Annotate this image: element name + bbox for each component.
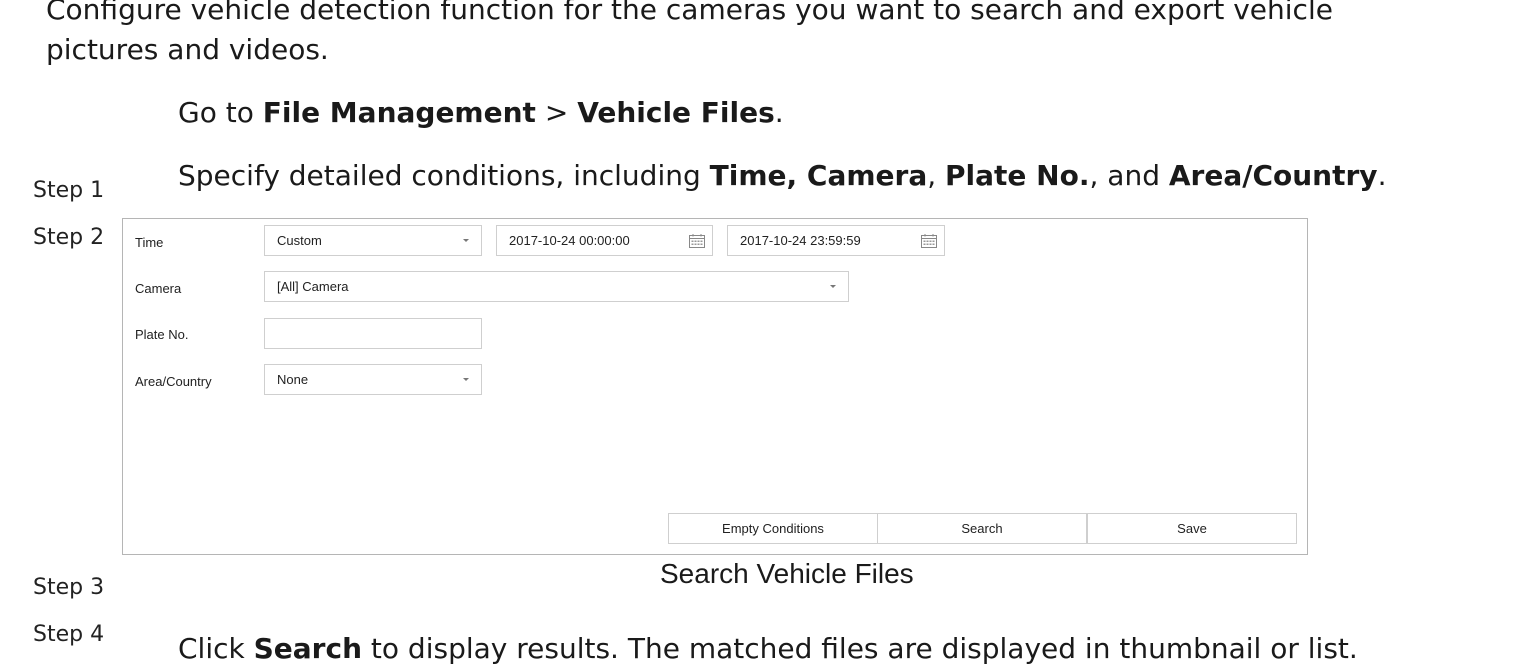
step-label-1: Step 1 [33,178,105,203]
vehicle-search-panel: Time Custom 2017-10-24 00:00:00 2017-10-… [122,218,1308,555]
save-button[interactable]: Save [1087,513,1297,544]
calendar-icon[interactable] [688,233,706,249]
camera-value: [All] Camera [277,279,349,294]
search-button[interactable]: Search [877,513,1087,544]
camera-label: Camera [135,281,182,296]
menu-vehicle-files: Vehicle Files [577,96,775,129]
area-label: Area/Country [135,374,212,389]
chevron-down-icon [463,378,469,381]
empty-conditions-button[interactable]: Empty Conditions [668,513,878,544]
end-time-value: 2017-10-24 23:59:59 [740,233,861,248]
area-select[interactable]: None [264,364,482,395]
step4-instruction: Click Search to display results. The mat… [178,632,1358,665]
start-time-input[interactable]: 2017-10-24 00:00:00 [496,225,713,256]
step-label-4: Step 4 [33,622,105,647]
plate-label: Plate No. [135,327,189,342]
time-mode-value: Custom [277,233,322,248]
area-value: None [277,372,309,387]
step2-instruction: Specify detailed conditions, including T… [178,159,1387,192]
chevron-down-icon [830,285,836,288]
camera-select[interactable]: [All] Camera [264,271,849,302]
menu-file-management: File Management [262,96,536,129]
calendar-icon[interactable] [920,233,938,249]
chevron-down-icon [463,239,469,242]
time-label: Time [135,235,164,250]
intro-line-1: Configure vehicle detection function for… [46,0,1333,26]
step-label-3: Step 3 [33,575,105,600]
search-keyword: Search [253,632,363,665]
step-label-2: Step 2 [33,225,105,250]
end-time-input[interactable]: 2017-10-24 23:59:59 [727,225,945,256]
figure-caption: Search Vehicle Files [660,558,914,589]
time-mode-select[interactable]: Custom [264,225,482,256]
plate-input[interactable] [264,318,482,349]
step1-instruction: Go to File Management > Vehicle Files. [178,96,784,129]
intro-line-2: pictures and videos. [46,33,329,66]
start-time-value: 2017-10-24 00:00:00 [509,233,630,248]
